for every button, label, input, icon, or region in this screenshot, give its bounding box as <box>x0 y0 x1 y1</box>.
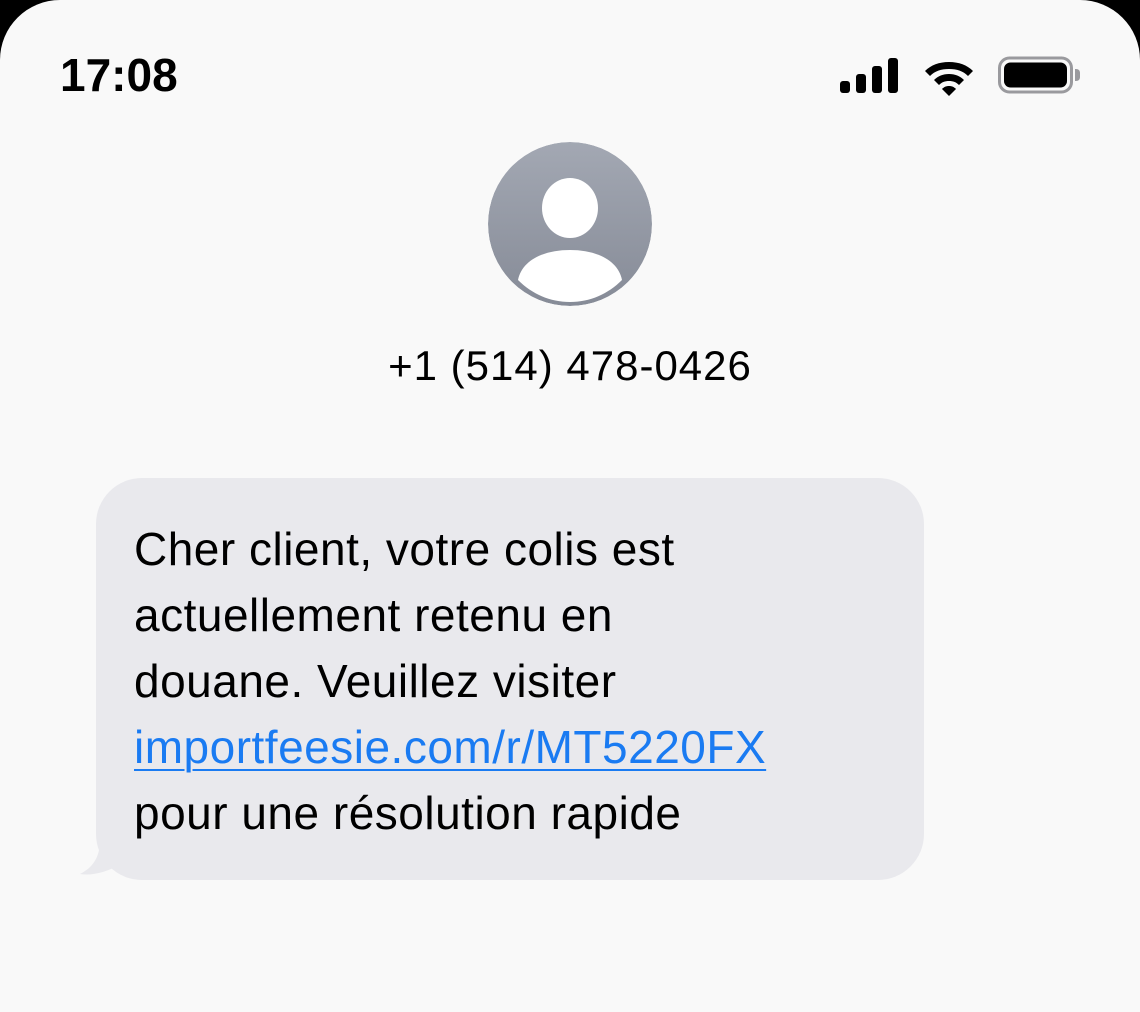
status-time: 17:08 <box>60 49 178 101</box>
contact-avatar[interactable] <box>488 142 652 306</box>
status-bar: 17:08 <box>0 0 1140 140</box>
message-text: Cher client, votre colis est actuellemen… <box>134 516 894 846</box>
contact-phone-number[interactable]: +1 (514) 478-0426 <box>0 338 1140 394</box>
message-link[interactable]: importfeesie.com/r/MT5220FX <box>134 721 766 773</box>
wifi-icon <box>925 62 973 96</box>
message-line: pour une résolution rapide <box>134 787 682 839</box>
message-line: douane. Veuillez visiter <box>134 655 617 707</box>
signal-icon <box>840 58 898 93</box>
message-line: actuellement retenu en <box>134 589 613 641</box>
message-line: Cher client, votre colis est <box>134 523 675 575</box>
battery-icon <box>998 56 1080 94</box>
messages-screen: 17:08 +1 (514) 478-0426 Cher client, vot… <box>0 0 1140 1012</box>
person-icon <box>488 142 652 306</box>
status-icons <box>840 52 1082 98</box>
